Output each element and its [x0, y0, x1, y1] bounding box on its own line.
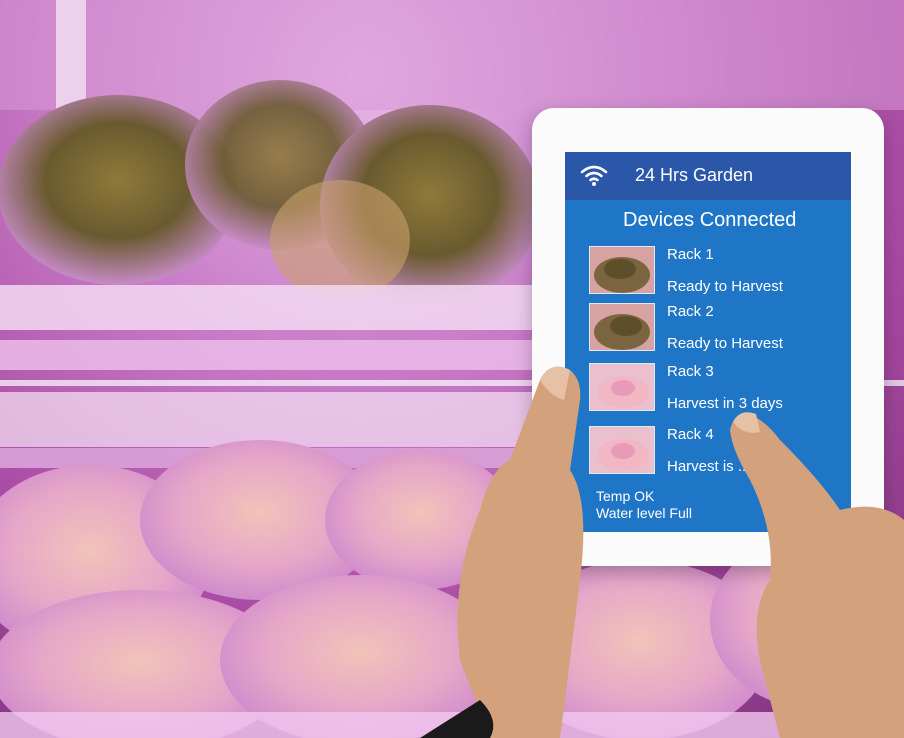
rack-thumbnail [589, 303, 655, 351]
rack-item[interactable]: Rack 1 Ready to Harvest [589, 246, 829, 308]
rack-item[interactable]: Rack 2 Ready to Harvest [589, 303, 829, 365]
rack-status: Ready to Harvest [667, 278, 783, 295]
devices-connected-heading: Devices Connected [623, 209, 797, 231]
rack-name: Rack 2 [667, 303, 714, 320]
rack-name: Rack 1 [667, 246, 714, 263]
app-header: 24 Hrs Garden [565, 152, 851, 200]
rack-status: Ready to Harvest [667, 335, 783, 352]
rack-thumbnail [589, 246, 655, 294]
app-title: 24 Hrs Garden [635, 165, 754, 185]
hands-holding-tablet [420, 366, 904, 738]
wifi-icon [580, 165, 608, 186]
